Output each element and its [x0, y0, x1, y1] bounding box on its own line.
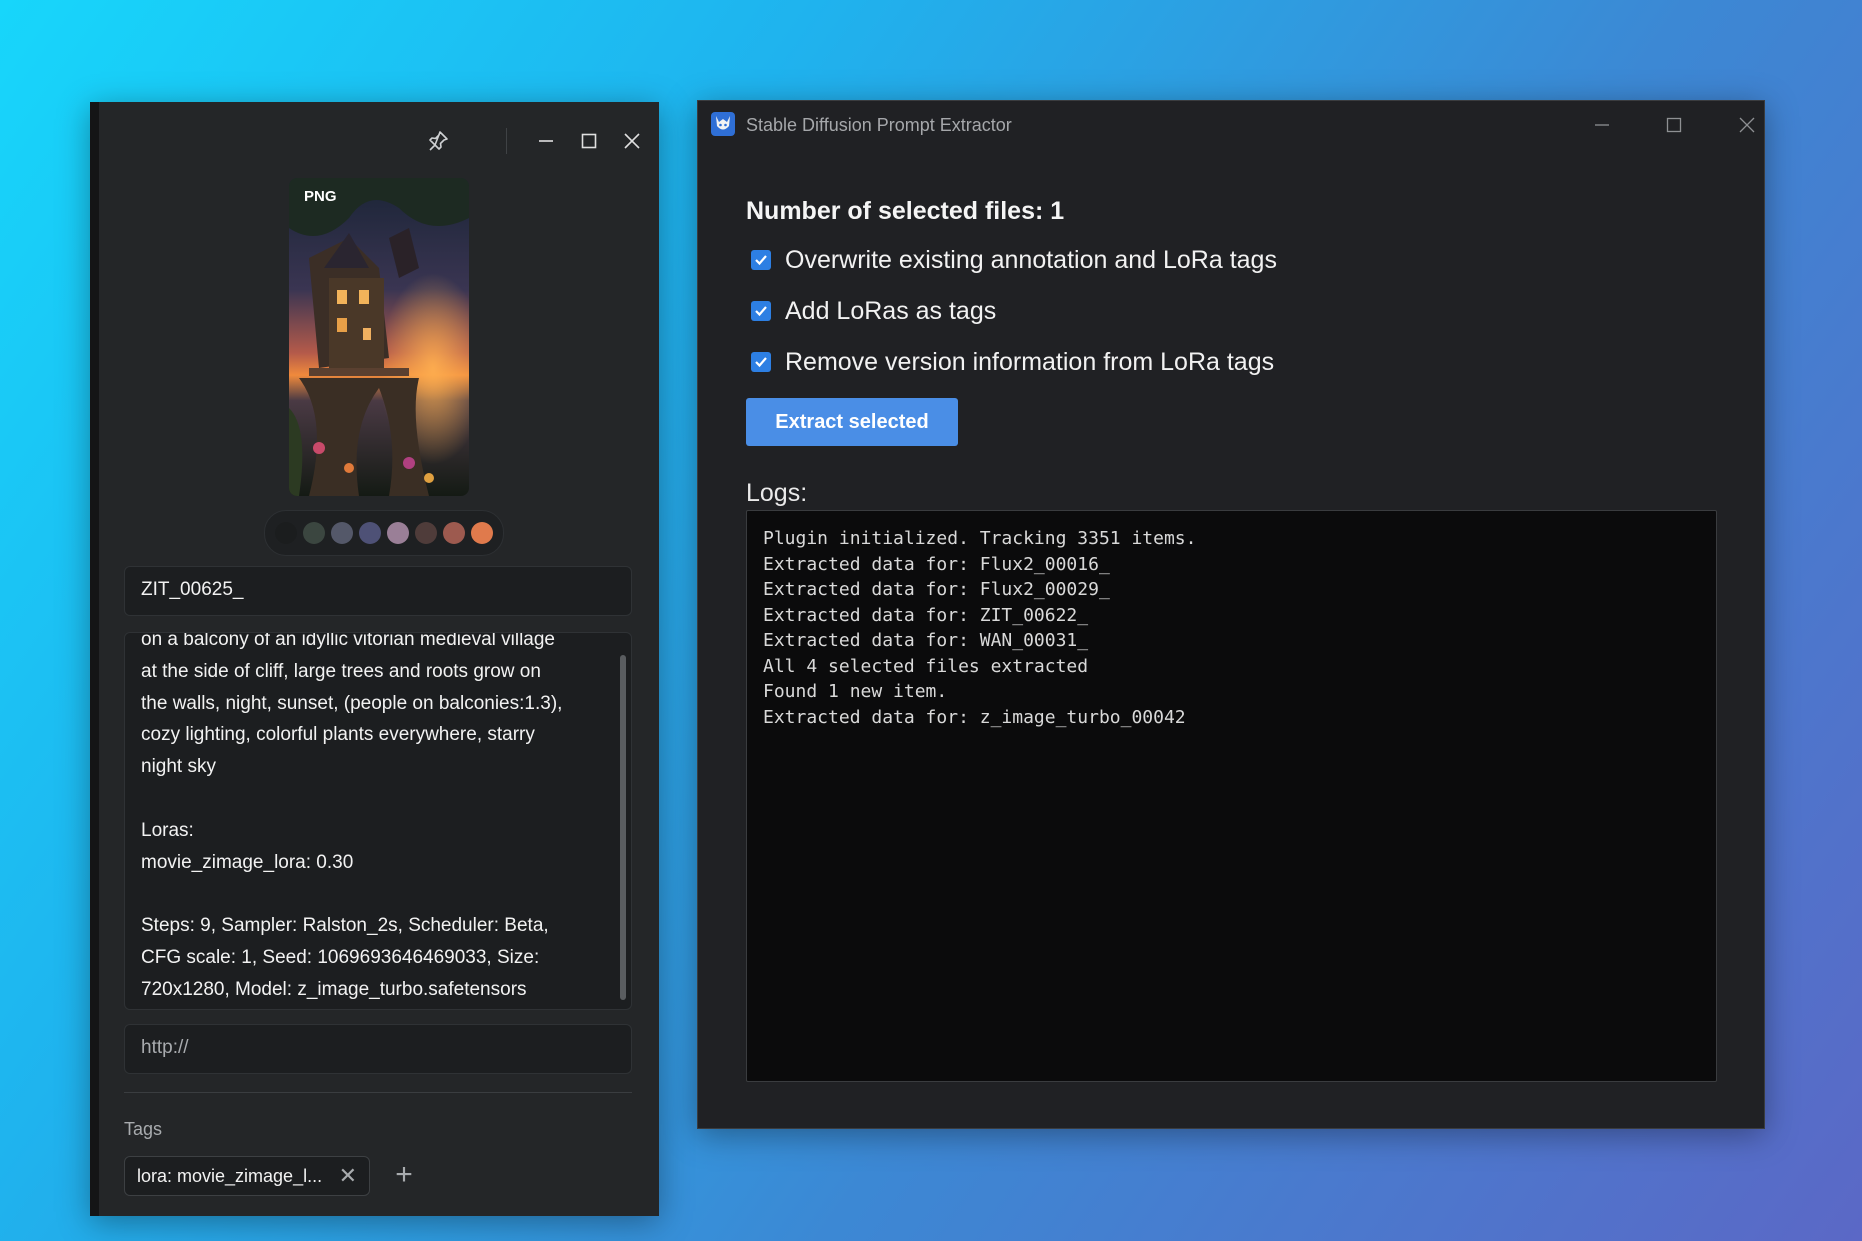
color-swatch[interactable] [303, 522, 325, 544]
log-line: Extracted data for: WAN_00031_ [763, 630, 1089, 651]
color-swatch[interactable] [275, 522, 297, 544]
color-palette [264, 510, 504, 556]
checkbox-checked-icon[interactable] [751, 250, 771, 270]
file-type-badge: PNG [304, 188, 337, 205]
checkbox-checked-icon[interactable] [751, 352, 771, 372]
logs-label: Logs: [746, 479, 808, 507]
log-line: Found 1 new item. [763, 681, 948, 702]
add-loras-checkbox[interactable]: Add LoRas as tags [751, 296, 996, 326]
color-swatch[interactable] [415, 522, 437, 544]
annotation-line [141, 783, 597, 815]
inspector-window: PNG ZIT_00625_ on a balcony of an idylli… [90, 102, 659, 1216]
url-input[interactable]: http:// [124, 1024, 632, 1074]
log-line: Extracted data for: Flux2_00016_ [763, 553, 1110, 575]
pin-icon[interactable] [419, 122, 457, 160]
annotation-textarea[interactable]: on a balcony of an idyllic vitorian medi… [124, 632, 632, 1010]
inspector-window-controls [419, 122, 659, 160]
checkbox-label: Remove version information from LoRa tag… [785, 347, 1275, 376]
log-line: Extracted data for: ZIT_00622_ [763, 604, 1089, 626]
window-title: Stable Diffusion Prompt Extractor [746, 115, 1012, 135]
tags-label: Tags [124, 1119, 163, 1139]
annotation-line: CFG scale: 1, Seed: 1069693646469033, Si… [141, 946, 540, 968]
maximize-icon[interactable] [570, 122, 608, 160]
color-swatch[interactable] [471, 522, 493, 544]
close-icon[interactable] [1727, 109, 1767, 141]
minimize-icon[interactable] [527, 122, 565, 160]
toolbar-separator [506, 128, 507, 154]
file-name-value: ZIT_00625_ [141, 579, 244, 600]
section-divider [124, 1092, 632, 1093]
maximize-icon[interactable] [1654, 109, 1694, 141]
annotation-line: Loras: [141, 819, 194, 841]
title-bar[interactable]: Stable Diffusion Prompt Extractor [698, 101, 1764, 149]
app-logo-icon [710, 111, 736, 137]
tag-chip[interactable]: lora: movie_zimage_l... ✕ [124, 1156, 370, 1196]
color-swatch[interactable] [359, 522, 381, 544]
log-line: Extracted data for: z_image_turbo_00042 [763, 706, 1186, 728]
tag-chip-label: lora: movie_zimage_l... [137, 1165, 323, 1186]
overwrite-annotation-checkbox[interactable]: Overwrite existing annotation and LoRa t… [751, 245, 1277, 275]
annotation-line: 720x1280, Model: z_image_turbo.safetenso… [141, 978, 527, 1000]
annotation-line: Steps: 9, Sampler: Ralston_2s, Scheduler… [141, 915, 549, 937]
annotation-line: movie_zimage_lora: 0.30 [141, 851, 354, 873]
checkbox-label: Add LoRas as tags [785, 296, 997, 325]
color-swatch[interactable] [387, 522, 409, 544]
add-tag-icon[interactable]: + [387, 1158, 421, 1192]
remove-tag-icon[interactable]: ✕ [339, 1163, 357, 1189]
log-output[interactable]: Plugin initialized. Tracking 3351 items.… [746, 510, 1717, 1082]
extractor-window: Stable Diffusion Prompt Extractor Number… [697, 100, 1765, 1129]
log-line: All 4 selected files extracted [763, 655, 1089, 677]
checkbox-checked-icon[interactable] [751, 301, 771, 321]
log-line: Plugin initialized. Tracking 3351 items. [763, 528, 1197, 549]
annotation-scrollbar[interactable] [620, 655, 626, 1000]
annotation-line: at the side of cliff, large trees and ro… [141, 660, 541, 682]
url-placeholder: http:// [141, 1037, 189, 1058]
extract-selected-button[interactable]: Extract selected [746, 398, 958, 446]
remove-version-checkbox[interactable]: Remove version information from LoRa tag… [751, 347, 1274, 377]
annotation-line: night sky [141, 756, 216, 778]
checkbox-label: Overwrite existing annotation and LoRa t… [785, 245, 1277, 274]
annotation-line [141, 878, 597, 910]
log-line: Extracted data for: Flux2_00029_ [763, 579, 1110, 600]
minimize-icon[interactable] [1582, 109, 1622, 141]
annotation-line: the walls, night, sunset, (people on bal… [141, 692, 563, 714]
annotation-line: on a balcony of an idyllic vitorian medi… [141, 632, 556, 650]
close-icon[interactable] [613, 122, 651, 160]
annotation-line: cozy lighting, colorful plants everywher… [141, 724, 535, 746]
color-swatch[interactable] [331, 522, 353, 544]
image-thumbnail[interactable]: PNG [289, 178, 469, 496]
selected-files-heading: Number of selected files: 1 [746, 197, 1065, 225]
file-name-field[interactable]: ZIT_00625_ [124, 566, 632, 616]
color-swatch[interactable] [443, 522, 465, 544]
